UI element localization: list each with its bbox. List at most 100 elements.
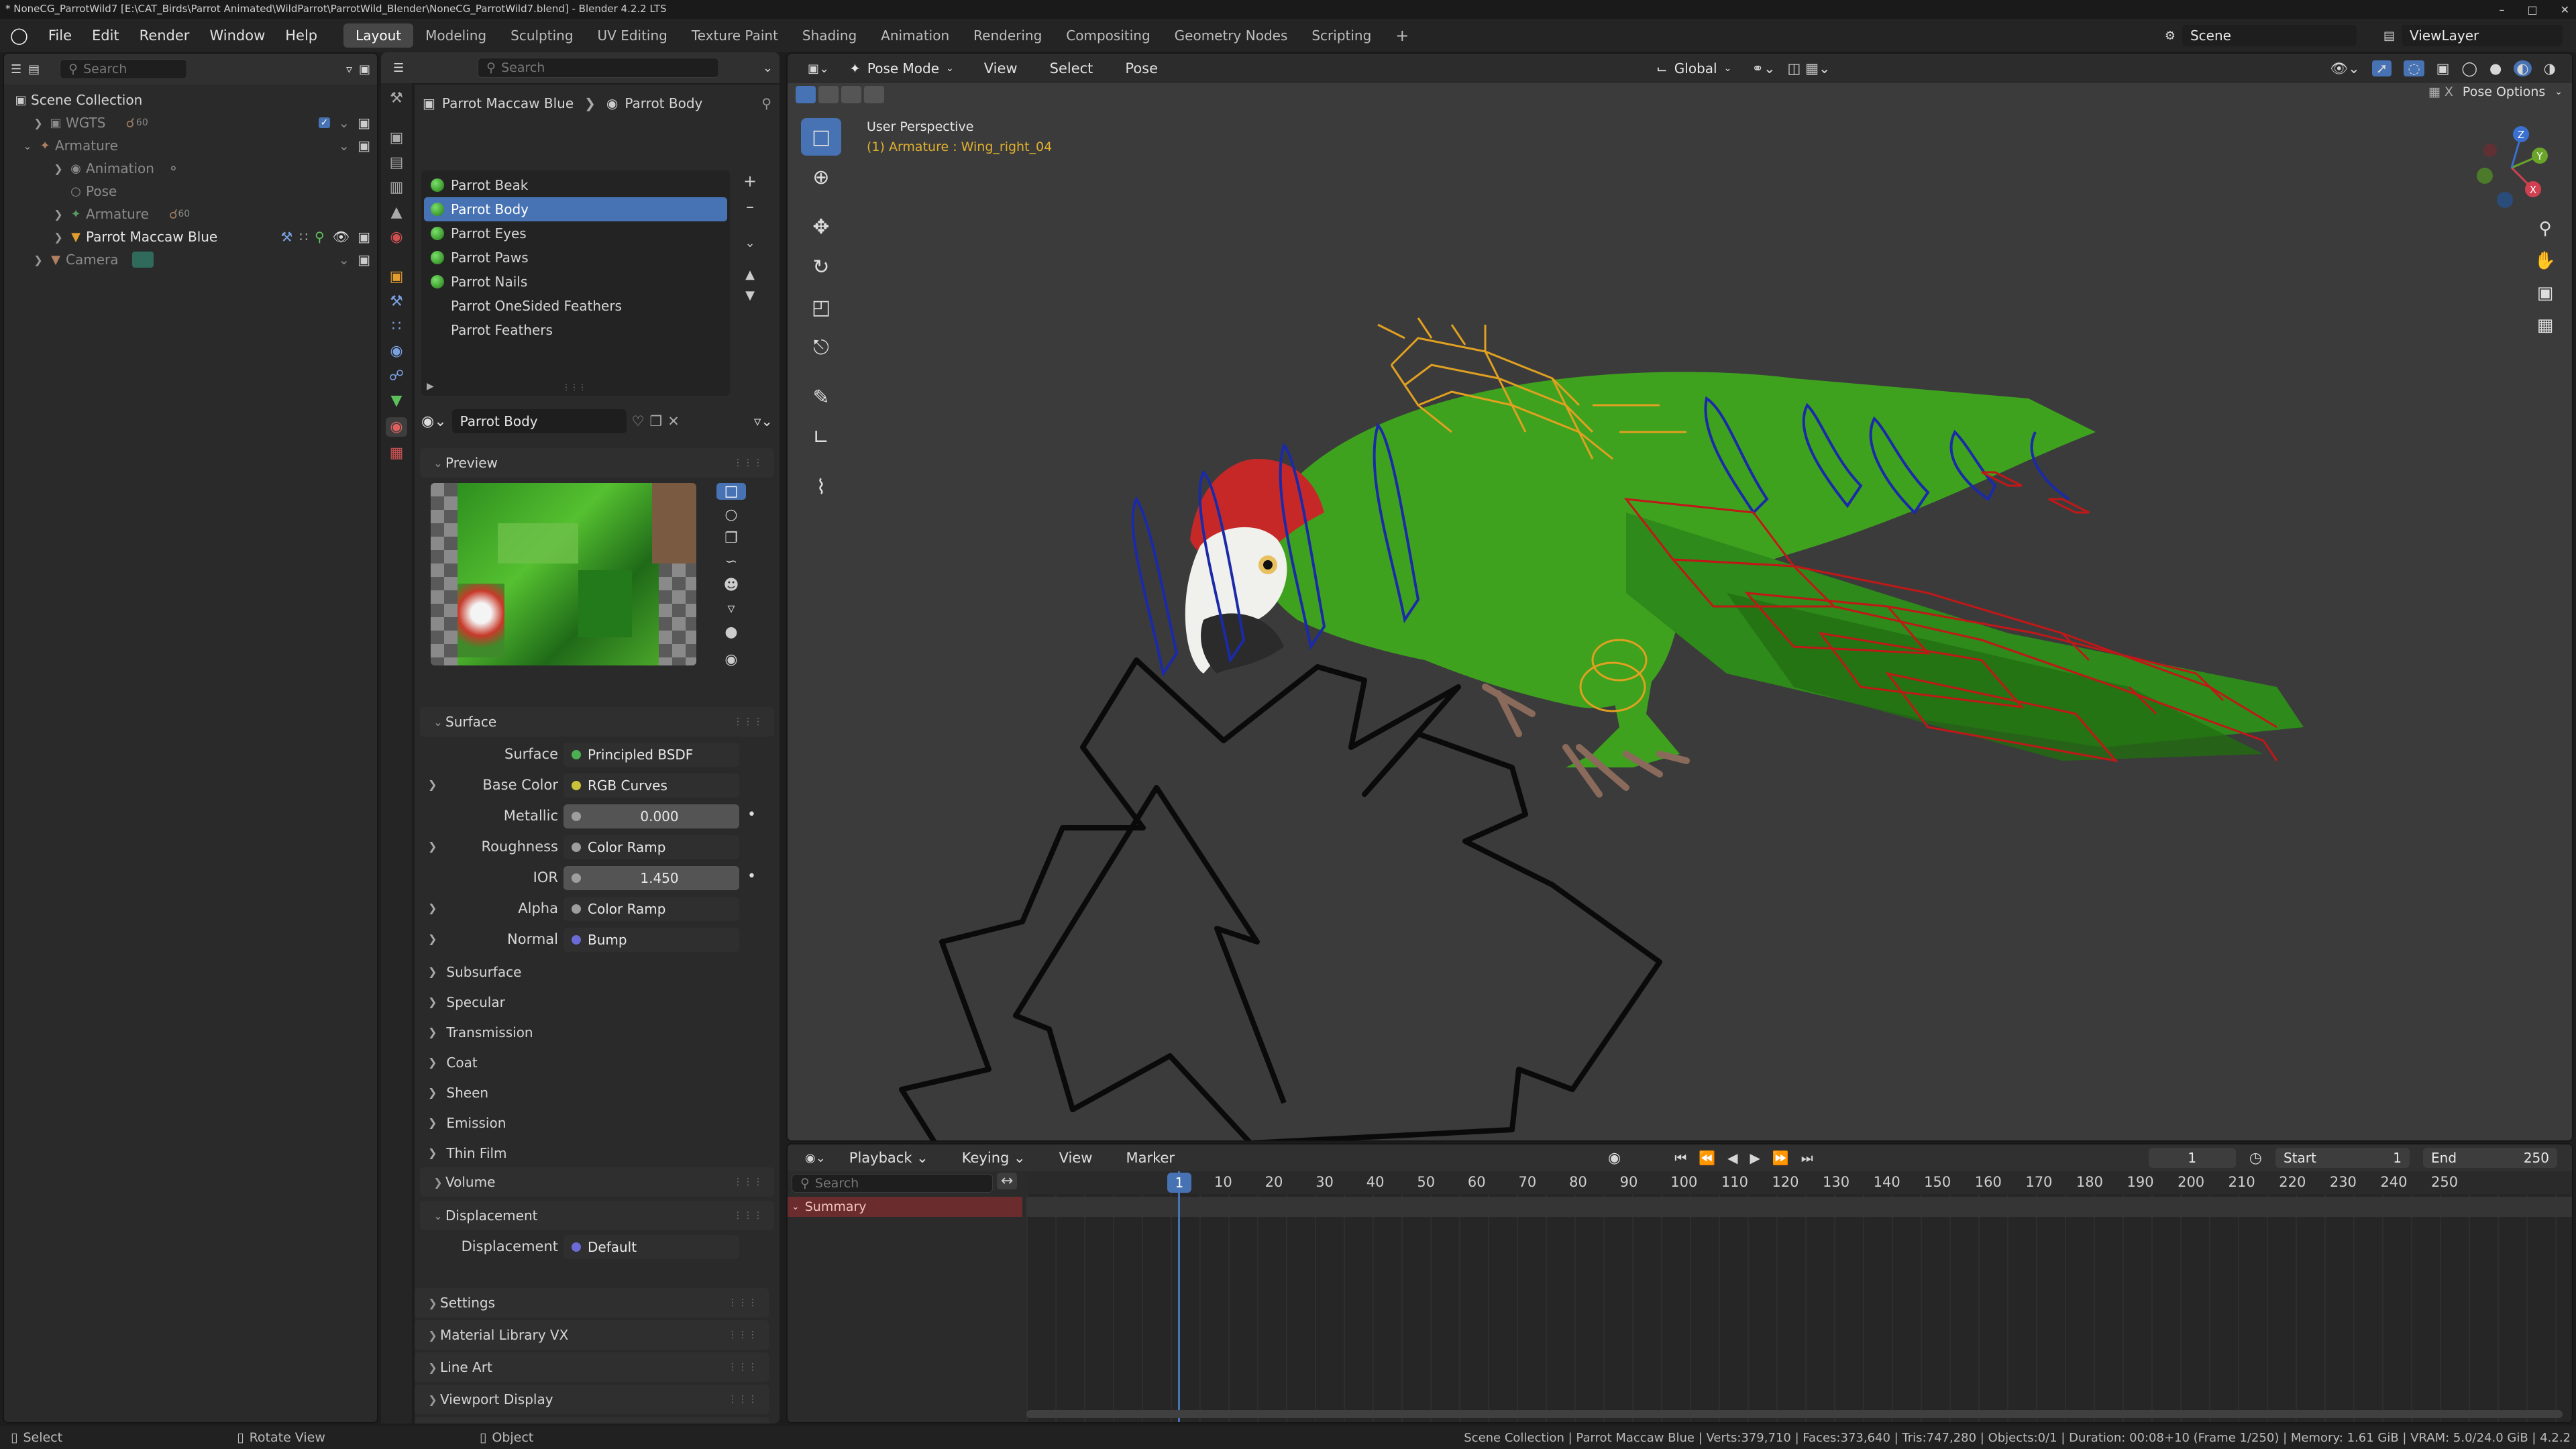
preview-monkey-icon[interactable]: ☻ <box>724 577 739 594</box>
shading-material-icon[interactable]: ◐ <box>2514 60 2532 76</box>
material-browse-icon[interactable]: ◉⌄ <box>421 413 447 430</box>
timeline-menu-keying[interactable]: Keying ⌄ <box>952 1150 1036 1166</box>
chevron-right-icon[interactable]: ❯ <box>428 932 437 945</box>
playhead[interactable] <box>1178 1171 1180 1422</box>
keyframe-dot-icon[interactable]: • <box>747 868 756 885</box>
timeline-menu-playback[interactable]: Playback ⌄ <box>839 1150 938 1166</box>
surface-prop-field[interactable]: Principled BSDF <box>564 743 739 767</box>
panel-grip-icon[interactable]: ⋮⋮⋮ <box>728 1330 758 1340</box>
chevron-right-icon[interactable]: ❯ <box>428 902 437 914</box>
camera-icon[interactable]: ▣ <box>358 229 370 245</box>
chevron-down-icon[interactable]: ⌄ <box>20 140 35 152</box>
preview-cube-icon[interactable]: ❐ <box>724 530 738 547</box>
preview-section-header[interactable]: ⌄ Preview ⋮⋮⋮ <box>420 448 774 478</box>
remove-slot-icon[interactable]: – <box>746 197 754 216</box>
swap-channels-icon[interactable]: ↔ <box>997 1173 1018 1189</box>
viewport-3d[interactable]: ▣⌄ ✦ Pose Mode ⌄ View Select Pose ⌙ Glob… <box>786 52 2573 1142</box>
panel-header[interactable]: ❯Custom Properties⋮⋮⋮ <box>415 1417 769 1424</box>
outliner-item-armature[interactable]: ⌄ ✦ Armature ⌄ ▣ <box>11 134 370 157</box>
surface-prop-field[interactable]: RGB Curves <box>564 773 739 798</box>
panel-header[interactable]: ❯ Line Art ⋮⋮⋮ <box>415 1352 769 1382</box>
start-frame-field[interactable]: Start 1 <box>2275 1148 2410 1168</box>
add-slot-icon[interactable]: + <box>743 172 757 191</box>
surface-subsection[interactable]: ❯ Subsurface <box>415 957 780 987</box>
menu-window[interactable]: Window <box>199 28 275 44</box>
duplicate-icon[interactable]: ❐ <box>649 413 662 429</box>
camera-icon[interactable]: ▣ <box>358 138 370 154</box>
surface-prop-field[interactable]: 0.000 <box>564 804 739 828</box>
move-down-icon[interactable]: ▼ <box>745 288 755 303</box>
chevron-right-icon[interactable]: ❯ <box>428 840 437 853</box>
preview-flat-icon[interactable]: □ <box>716 483 747 500</box>
outliner-root[interactable]: ▣ Scene Collection <box>11 89 370 111</box>
chevron-down-icon[interactable]: ⌄ <box>763 61 773 75</box>
workspace-tab-geometry-nodes[interactable]: Geometry Nodes <box>1163 23 1300 48</box>
workspace-tab-sculpting[interactable]: Sculpting <box>498 23 585 48</box>
minimize-icon[interactable]: – <box>2499 3 2504 16</box>
menu-help[interactable]: Help <box>275 28 327 44</box>
material-slot-item[interactable]: Parrot Paws <box>424 246 727 270</box>
workspace-tab-uv-editing[interactable]: UV Editing <box>586 23 680 48</box>
chevron-right-icon[interactable]: ❯ <box>31 117 46 129</box>
material-slot-item[interactable]: Parrot OneSided Feathers <box>424 294 727 318</box>
end-frame-field[interactable]: End 250 <box>2423 1148 2557 1168</box>
scene-icon[interactable]: ⚙ <box>2165 29 2176 43</box>
preview-range-icon[interactable]: ◷ <box>2249 1150 2262 1167</box>
summary-channel[interactable]: ⌄ Summary <box>788 1197 1022 1217</box>
displacement-section-header[interactable]: ⌄ Displacement ⋮⋮⋮ <box>420 1201 774 1230</box>
play-reverse-icon[interactable]: ◀ <box>1727 1150 1737 1166</box>
properties-search-input[interactable]: ⚲ Search <box>478 58 720 78</box>
surface-prop-field[interactable]: Bump <box>564 928 739 952</box>
node-link-icon[interactable]: ▿⌄ <box>754 413 773 429</box>
eye-icon[interactable]: 👁 <box>333 229 350 245</box>
surface-subsection[interactable]: ❯ Transmission <box>415 1017 780 1047</box>
editor-type-icon[interactable]: ▣⌄ <box>808 62 829 76</box>
mode-selector[interactable]: ✦ Pose Mode ⌄ <box>841 58 962 79</box>
expand-arrow-icon[interactable]: ▶ <box>427 381 434 392</box>
material-slot-item[interactable]: Parrot Eyes <box>424 221 727 246</box>
panel-header[interactable]: ❯ Material Library VX ⋮⋮⋮ <box>415 1320 769 1350</box>
chevron-right-icon[interactable]: ❯ <box>51 231 66 244</box>
workspace-tab-texture-paint[interactable]: Texture Paint <box>680 23 790 48</box>
chevron-right-icon[interactable]: ❯ <box>31 254 46 266</box>
restrict-icon[interactable]: ⌄ <box>338 138 350 154</box>
chevron-right-icon[interactable]: ❯ <box>51 208 66 221</box>
pivot-icon[interactable]: ⚭⌄ <box>1752 60 1775 76</box>
workspace-tab-scripting[interactable]: Scripting <box>1299 23 1383 48</box>
next-key-icon[interactable]: ⏩ <box>1772 1150 1789 1166</box>
viewport-menu-pose[interactable]: Pose <box>1115 60 1168 76</box>
jump-start-icon[interactable]: ⏮ <box>1674 1150 1686 1166</box>
move-up-icon[interactable]: ▲ <box>745 268 755 282</box>
surface-subsection[interactable]: ❯ Sheen <box>415 1077 780 1108</box>
workspace-tab-layout[interactable]: Layout <box>343 23 414 48</box>
auto-keying-icon[interactable]: ◉ <box>1608 1150 1621 1167</box>
chevron-right-icon[interactable]: ❯ <box>428 778 437 791</box>
workspace-tab-compositing[interactable]: Compositing <box>1054 23 1162 48</box>
dopesheet-region[interactable]: 10 20 30 40 50 60 70 80 90 100 110 120 130 140 150 160 1… <box>1026 1171 2572 1422</box>
slot-specials-icon[interactable]: ⌄ <box>745 236 755 250</box>
pin-icon[interactable]: ⚲ <box>761 95 771 111</box>
surface-subsection[interactable]: ❯ Coat <box>415 1047 780 1077</box>
surface-subsection[interactable]: ❯ Specular <box>415 987 780 1017</box>
display-mode-icon[interactable]: ▤ <box>28 62 40 76</box>
preview-sphere-icon[interactable]: ○ <box>724 506 737 523</box>
panel-grip-icon[interactable]: ⋮⋮⋮ <box>728 1362 758 1373</box>
unlink-icon[interactable]: ✕ <box>667 413 680 429</box>
surface-subsection[interactable]: ❯ Thin Film <box>415 1138 780 1168</box>
preview-world-icon[interactable]: ◉ <box>724 651 737 668</box>
restrict-icon[interactable]: ⌄ <box>338 252 350 268</box>
viewport-menu-view[interactable]: View <box>974 60 1028 76</box>
workspace-tab-modeling[interactable]: Modeling <box>413 23 498 48</box>
frame-ruler[interactable]: 10 20 30 40 50 60 70 80 90 100 110 120 130 140 150 160 1… <box>1026 1171 2572 1194</box>
prev-key-icon[interactable]: ⏪ <box>1699 1150 1715 1166</box>
outliner-item-wgts[interactable]: ❯ ▣ WGTS ☌ 60 ✓ ⌄ ▣ <box>11 111 370 134</box>
preview-hair-icon[interactable]: ∽ <box>725 553 737 570</box>
outliner-item-parrot-maccaw-blue[interactable]: ❯ ▼ Parrot Maccaw Blue ⚒ ∷ ⚲ 👁 ▣ <box>11 225 370 248</box>
menu-edit[interactable]: Edit <box>82 28 129 44</box>
material-slot-item[interactable]: Parrot Nails <box>424 270 727 294</box>
outliner-item-animation[interactable]: ❯ ◉ Animation ⚬ <box>11 157 370 180</box>
maximize-icon[interactable]: □ <box>2527 3 2537 16</box>
gizmo-toggle-icon[interactable]: ➚ <box>2371 60 2392 76</box>
camera-icon[interactable]: ▣ <box>358 115 370 131</box>
viewport-menu-select[interactable]: Select <box>1040 60 1104 76</box>
